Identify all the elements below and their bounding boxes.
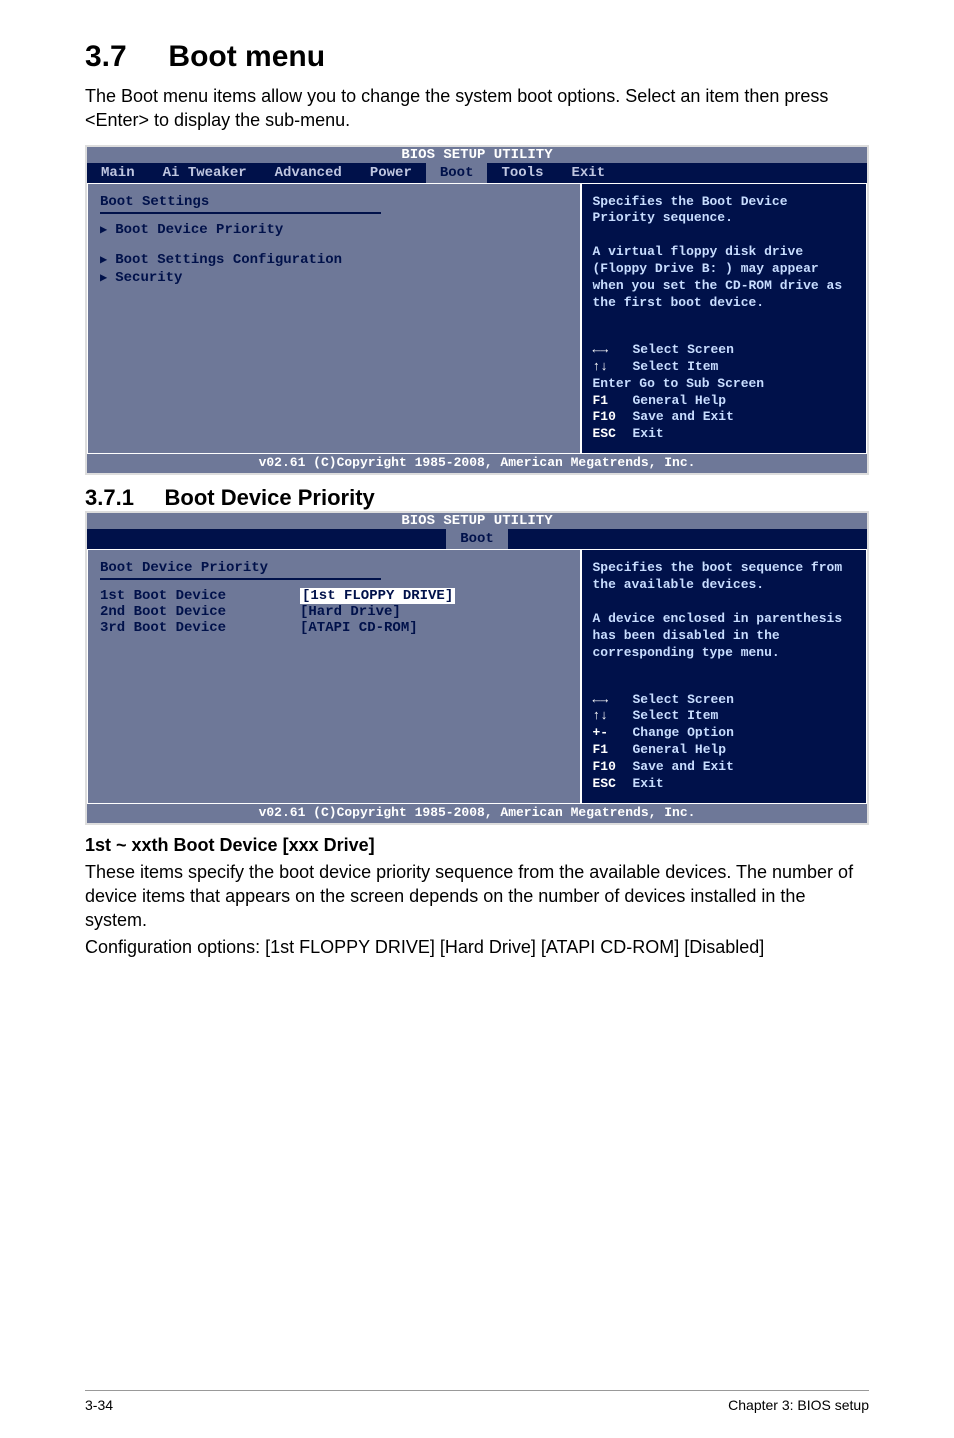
item-label: Security xyxy=(115,270,182,286)
subsub-heading: 1st ~ xxth Boot Device [xxx Drive] xyxy=(85,835,869,856)
bios-help-pane: Specifies the boot sequence from the ava… xyxy=(581,549,867,804)
nav-general-help: General Help xyxy=(632,742,726,757)
key-f10: F10 xyxy=(592,409,632,426)
item-security[interactable]: ▶ Security xyxy=(100,270,568,286)
tab-power[interactable]: Power xyxy=(356,163,426,183)
bios-copyright: v02.61 (C)Copyright 1985-2008, American … xyxy=(87,804,867,823)
field-value: [1st FLOPPY DRIVE] xyxy=(300,588,455,604)
nav-save-exit: Save and Exit xyxy=(632,409,733,424)
section-heading: 3.7 Boot menu xyxy=(85,40,869,74)
arrow-icon: ▶ xyxy=(100,270,107,285)
bios-tab-row: Main Ai Tweaker Advanced Power Boot Tool… xyxy=(87,163,867,183)
nav-exit: Exit xyxy=(632,426,663,441)
bios-left-pane: Boot Settings ▶ Boot Device Priority ▶ B… xyxy=(87,183,581,455)
key-esc: ESC xyxy=(592,426,632,443)
bios-copyright: v02.61 (C)Copyright 1985-2008, American … xyxy=(87,454,867,473)
nav-select-screen: Select Screen xyxy=(632,692,733,707)
nav-select-item: Select Item xyxy=(632,359,718,374)
nav-save-exit: Save and Exit xyxy=(632,759,733,774)
tab-tools[interactable]: Tools xyxy=(487,163,557,183)
page-footer: 3-34 Chapter 3: BIOS setup xyxy=(85,1390,869,1413)
field-value: [ATAPI CD-ROM] xyxy=(300,620,418,636)
intro-paragraph: The Boot menu items allow you to change … xyxy=(85,84,869,133)
nav-select-screen: Select Screen xyxy=(632,342,733,357)
field-label: 3rd Boot Device xyxy=(100,620,300,636)
section-title: Boot menu xyxy=(168,40,325,73)
tab-exit[interactable]: Exit xyxy=(557,163,619,183)
arrows-ud-icon: ↑↓ xyxy=(592,359,632,376)
field-label: 2nd Boot Device xyxy=(100,604,300,620)
field-label: 1st Boot Device xyxy=(100,588,300,604)
divider xyxy=(100,212,381,214)
bios-left-pane: Boot Device Priority 1st Boot Device [1s… xyxy=(87,549,581,804)
bios-help-pane: Specifies the Boot Device Priority seque… xyxy=(581,183,867,455)
nav-exit: Exit xyxy=(632,776,663,791)
key-f1: F1 xyxy=(592,393,632,410)
arrows-lr-icon: ←→ xyxy=(592,692,632,709)
key-f10: F10 xyxy=(592,759,632,776)
divider xyxy=(100,578,381,580)
nav-select-item: Select Item xyxy=(632,708,718,723)
item-boot-settings-config[interactable]: ▶ Boot Settings Configuration xyxy=(100,252,568,268)
bios-tab-row: Boot xyxy=(87,529,867,549)
arrows-lr-icon: ←→ xyxy=(592,342,632,359)
nav-help: ←→Select Screen ↑↓Select Item Enter Go t… xyxy=(592,342,856,443)
arrows-ud-icon: ↑↓ xyxy=(592,708,632,725)
tab-ai-tweaker[interactable]: Ai Tweaker xyxy=(149,163,261,183)
tab-advanced[interactable]: Advanced xyxy=(261,163,356,183)
boot-settings-heading: Boot Settings xyxy=(100,194,568,210)
subsection-title: Boot Device Priority xyxy=(165,485,375,510)
chapter-label: Chapter 3: BIOS setup xyxy=(728,1397,869,1413)
body-paragraph: These items specify the boot device prio… xyxy=(85,860,869,933)
page-number: 3-34 xyxy=(85,1397,113,1413)
subsection-heading: 3.7.1 Boot Device Priority xyxy=(85,485,869,511)
item-label: Boot Settings Configuration xyxy=(115,252,342,268)
nav-enter: Enter Go to Sub Screen xyxy=(592,376,764,391)
item-label: Boot Device Priority xyxy=(115,222,283,238)
section-number: 3.7 xyxy=(85,40,127,73)
bios-title: BIOS SETUP UTILITY xyxy=(87,147,867,163)
tab-main[interactable]: Main xyxy=(87,163,149,183)
bios-screenshot-boot-device-priority: BIOS SETUP UTILITY Boot Boot Device Prio… xyxy=(85,511,869,825)
subsection-number: 3.7.1 xyxy=(85,485,134,510)
nav-general-help: General Help xyxy=(632,393,726,408)
help-text: Specifies the Boot Device Priority seque… xyxy=(592,194,856,312)
bios-title: BIOS SETUP UTILITY xyxy=(87,513,867,529)
bios-screenshot-boot-settings: BIOS SETUP UTILITY Main Ai Tweaker Advan… xyxy=(85,145,869,476)
help-text: Specifies the boot sequence from the ava… xyxy=(592,560,856,661)
config-options: Configuration options: [1st FLOPPY DRIVE… xyxy=(85,935,869,959)
tab-boot[interactable]: Boot xyxy=(426,163,488,183)
nav-help: ←→Select Screen ↑↓Select Item +-Change O… xyxy=(592,692,856,793)
key-esc: ESC xyxy=(592,776,632,793)
field-value: [Hard Drive] xyxy=(300,604,401,620)
field-1st-boot-device[interactable]: 1st Boot Device [1st FLOPPY DRIVE] xyxy=(100,588,568,604)
tab-boot[interactable]: Boot xyxy=(446,529,508,549)
key-f1: F1 xyxy=(592,742,632,759)
field-3rd-boot-device[interactable]: 3rd Boot Device [ATAPI CD-ROM] xyxy=(100,620,568,636)
boot-device-priority-heading: Boot Device Priority xyxy=(100,560,568,576)
arrow-icon: ▶ xyxy=(100,252,107,267)
field-2nd-boot-device[interactable]: 2nd Boot Device [Hard Drive] xyxy=(100,604,568,620)
arrow-icon: ▶ xyxy=(100,222,107,237)
item-boot-device-priority[interactable]: ▶ Boot Device Priority xyxy=(100,222,568,238)
nav-change-option: Change Option xyxy=(632,725,733,740)
plus-minus-icon: +- xyxy=(592,725,632,742)
